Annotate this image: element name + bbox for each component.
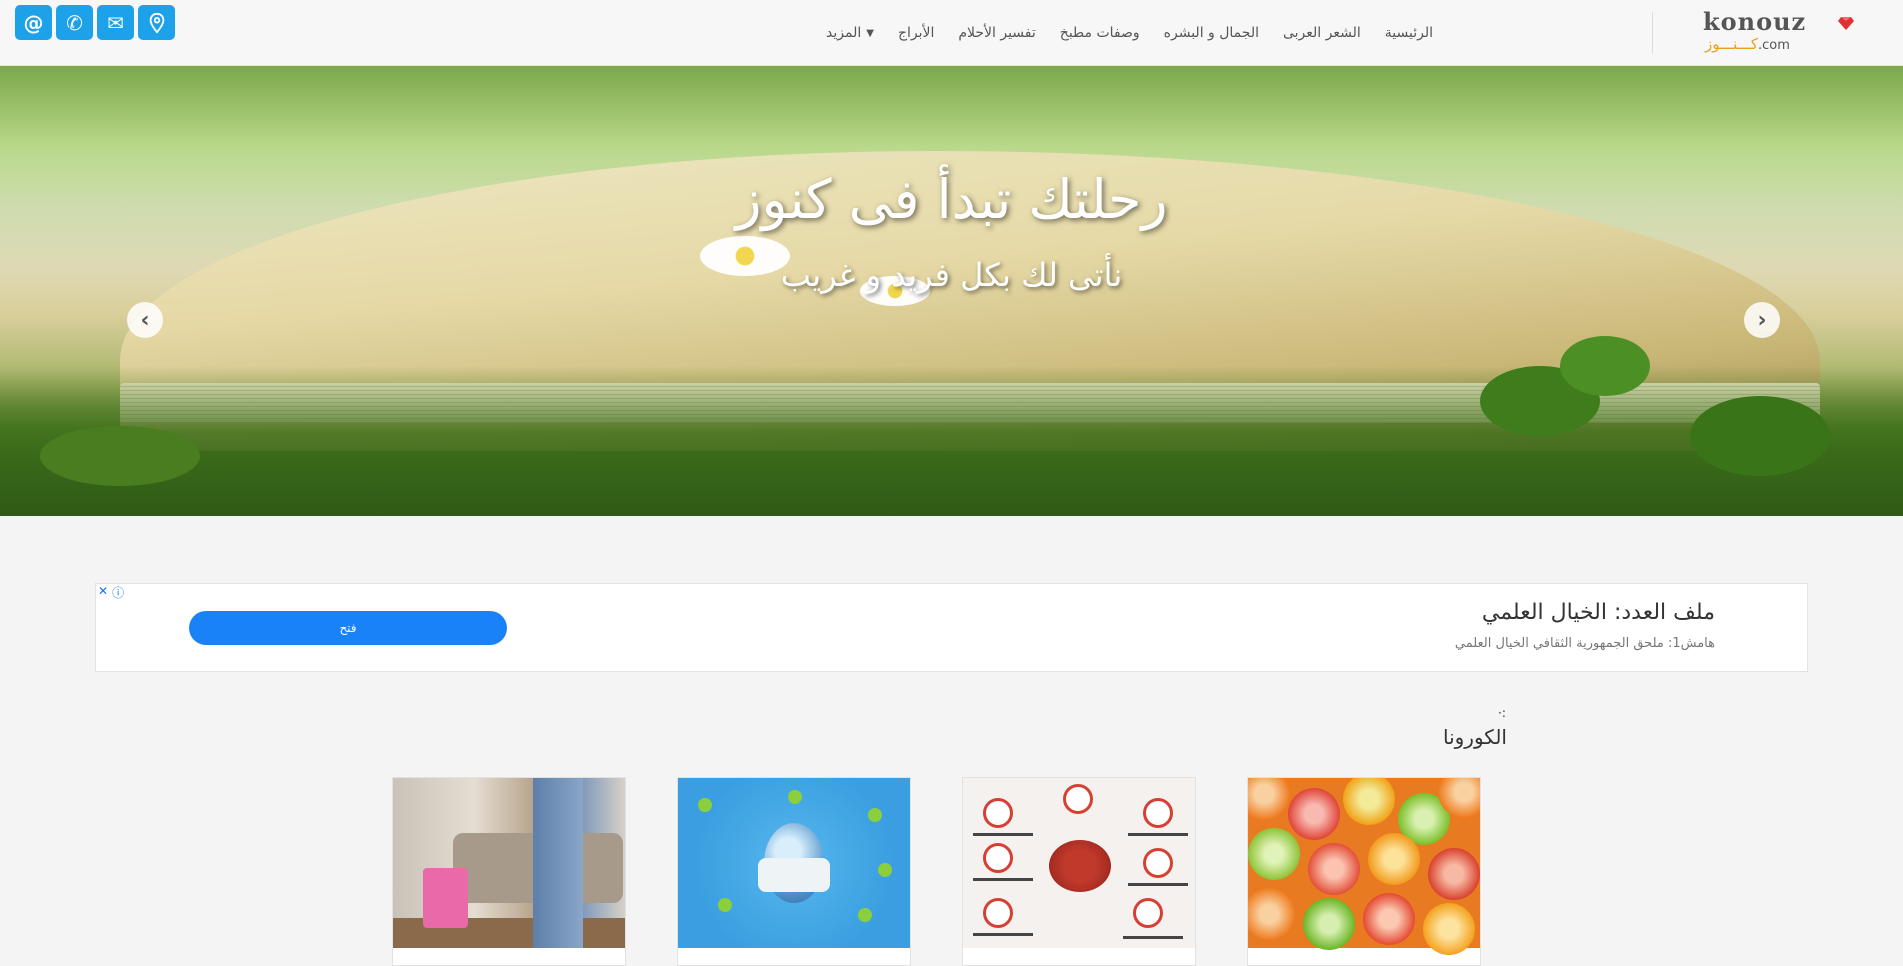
location-button[interactable] [138, 5, 175, 40]
map-pin-icon [149, 12, 164, 34]
phone-button[interactable]: ✆ [56, 5, 93, 40]
article-card[interactable] [392, 777, 626, 966]
slider-next-button[interactable]: › [1744, 302, 1780, 338]
covid-prevention-image [963, 778, 1195, 948]
hero-subtitle: نأتى لك بكل فريد و غريب [780, 256, 1123, 294]
chevron-down-icon: ▼ [866, 27, 874, 39]
nav-dreams[interactable]: تفسير الأحلام [958, 25, 1035, 41]
social-links: @ ✆ ✉ [15, 5, 175, 40]
site-logo[interactable]: konouz كـــنـــوز.com [1703, 7, 1854, 55]
chevron-left-icon: ‹ [140, 307, 150, 333]
nav-horoscopes[interactable]: الأبراج [898, 25, 934, 41]
article-card[interactable] [962, 777, 1196, 966]
site-header: @ ✆ ✉ الرئيسية الشعر العربى الجمال و الب… [0, 0, 1903, 66]
nav-more-dropdown[interactable]: المزيد ▼ [826, 25, 874, 41]
nav-beauty[interactable]: الجمال و البشره [1164, 25, 1259, 41]
logo-arabic: كـــنـــوز.com [1705, 35, 1790, 53]
phone-icon: ✆ [66, 10, 83, 35]
nav-home[interactable]: الرئيسية [1385, 25, 1433, 41]
cleaning-image [393, 778, 625, 948]
ad-close-icon[interactable]: ✕ [98, 584, 108, 601]
chevron-right-icon: › [1757, 307, 1767, 333]
ad-title[interactable]: ملف العدد: الخيال العلمي [1482, 600, 1715, 625]
mail-button[interactable]: ✉ [97, 5, 134, 40]
nav-recipes[interactable]: وصفات مطبخ [1060, 25, 1140, 41]
ad-banner[interactable]: ✕ ⓘ فتح ملف العدد: الخيال العلمي هامش1: … [95, 583, 1808, 672]
ad-text: هامش1: ملحق الجمهورية الثقافي الخيال الع… [1454, 636, 1715, 651]
logo-brand: konouz [1703, 7, 1807, 36]
at-icon: @ [23, 10, 44, 35]
ad-info-icon[interactable]: ⓘ [112, 584, 124, 601]
main-nav: الرئيسية الشعر العربى الجمال و البشره وص… [826, 0, 1433, 66]
section-mark: ·: [1498, 706, 1506, 720]
ad-open-button[interactable]: فتح [189, 611, 507, 645]
nav-arabic-poetry[interactable]: الشعر العربى [1283, 25, 1361, 41]
gem-icon [1838, 17, 1854, 30]
email-at-button[interactable]: @ [15, 5, 52, 40]
more-label: المزيد [826, 25, 862, 41]
article-card[interactable] [677, 777, 911, 966]
hero-title: رحلتك تبدأ فى كنوز [735, 168, 1168, 231]
slider-prev-button[interactable]: ‹ [127, 302, 163, 338]
article-cards [392, 777, 1482, 966]
globe-mask-image [678, 778, 910, 948]
envelope-icon: ✉ [107, 10, 124, 35]
header-divider [1652, 12, 1653, 54]
citrus-fruits-image [1248, 778, 1480, 955]
section-title: الكورونا [1442, 725, 1507, 749]
article-card[interactable] [1247, 777, 1481, 966]
ad-controls: ✕ ⓘ [98, 584, 124, 601]
